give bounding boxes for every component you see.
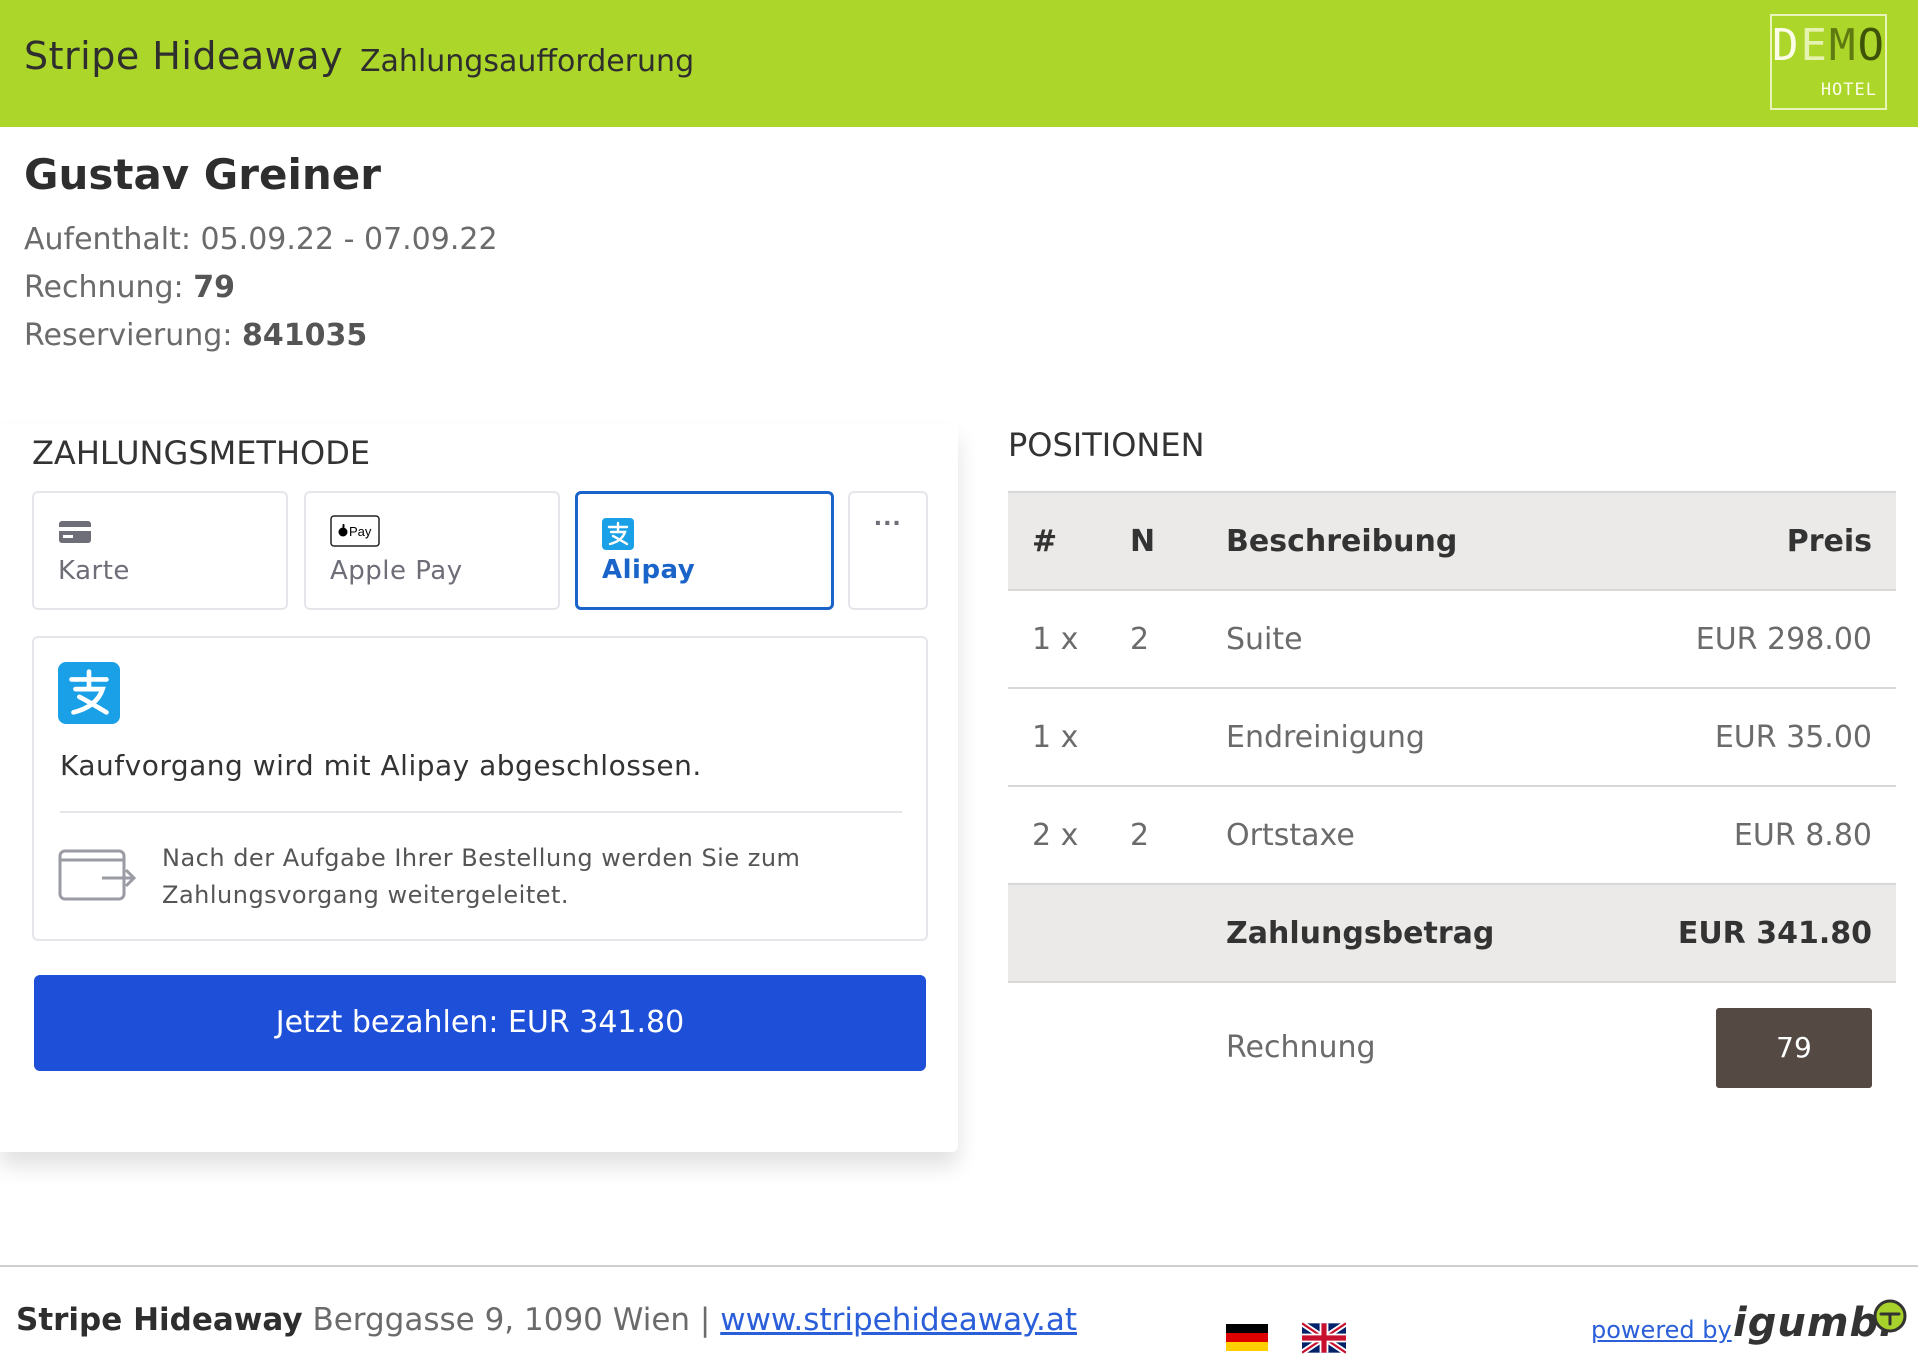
reservation-label: Reservierung:: [24, 318, 233, 353]
stay-label: Aufenthalt:: [24, 222, 191, 257]
card-divider: [60, 811, 902, 813]
demo-hotel-logo: DEMO HOTEL: [1770, 14, 1887, 110]
apple-pay-icon: Pay: [330, 515, 380, 552]
footer-brand: Stripe Hideaway: [16, 1302, 303, 1338]
invoice-value: 79: [193, 270, 235, 305]
footer-street: Berggasse 9, 1090 Wien |: [312, 1302, 711, 1338]
method-label-apple-pay: Apple Pay: [330, 556, 463, 586]
method-tab-apple-pay[interactable]: Pay Apple Pay: [304, 491, 560, 610]
pay-now-button[interactable]: Jetzt bezahlen: EUR 341.80: [34, 975, 926, 1071]
redirect-icon: [58, 848, 138, 909]
page-subtitle: Zahlungsaufforderung: [360, 44, 695, 79]
table-header-row: # N Beschreibung Preis: [1008, 491, 1896, 591]
powered-by-link[interactable]: powered by: [1591, 1316, 1732, 1344]
footer-divider: [0, 1265, 1918, 1267]
total-row: Zahlungsbetrag EUR 341.80: [1008, 884, 1896, 983]
invoice-empty-cell: [1130, 982, 1226, 1112]
row-qty: 1 x: [1008, 688, 1130, 787]
footer-address: Stripe Hideaway Berggasse 9, 1090 Wien |…: [16, 1302, 1077, 1338]
method-tab-alipay[interactable]: Alipay: [575, 491, 834, 610]
row-qty: 2 x: [1008, 786, 1130, 885]
row-n: 2: [1130, 590, 1226, 689]
column-header-description: Beschreibung: [1226, 491, 1596, 591]
table-row: 1 x 2 Suite EUR 298.00: [1008, 590, 1896, 689]
total-label: Zahlungsbetrag: [1226, 884, 1596, 983]
column-header-price: Preis: [1595, 491, 1896, 591]
alipay-info-text: Kaufvorgang wird mit Alipay abgeschlosse…: [60, 749, 702, 782]
method-label-alipay: Alipay: [602, 555, 696, 585]
alipay-info-card: Kaufvorgang wird mit Alipay abgeschlosse…: [32, 636, 928, 941]
column-header-hash: #: [1008, 491, 1130, 591]
table-row: 2 x 2 Ortstaxe EUR 8.80: [1008, 786, 1896, 885]
redirect-text: Nach der Aufgabe Ihrer Bestellung werden…: [162, 844, 801, 909]
row-price: EUR 298.00: [1595, 590, 1896, 689]
positions-table: # N Beschreibung Preis 1 x 2 Suite EUR 2…: [1008, 491, 1896, 1112]
row-n: [1130, 688, 1226, 787]
website-link[interactable]: www.stripehideaway.at: [720, 1302, 1077, 1338]
apple-pay-icon-text: Pay: [349, 524, 372, 539]
table-row: 1 x Endreinigung EUR 35.00: [1008, 688, 1896, 787]
row-n: 2: [1130, 786, 1226, 885]
row-price: EUR 35.00: [1595, 688, 1896, 787]
row-qty: 1 x: [1008, 590, 1130, 689]
total-value: EUR 341.80: [1595, 884, 1896, 983]
positions-title: POSITIONEN: [1008, 426, 1205, 464]
invoice-row-label: Rechnung: [1226, 1030, 1376, 1065]
de-flag-icon[interactable]: [1226, 1322, 1268, 1354]
logo-demo-text: DEMO: [1772, 20, 1886, 71]
logo-hotel-text: HOTEL: [1820, 80, 1877, 100]
invoice-info: Rechnung: 79: [24, 270, 235, 305]
stay-info: Aufenthalt: 05.09.22 - 07.09.22: [24, 222, 498, 257]
method-label-karte: Karte: [58, 556, 130, 586]
payment-method-title: ZAHLUNGSMETHODE: [32, 434, 371, 472]
total-empty-cell: [1008, 884, 1130, 983]
stay-value: 05.09.22 - 07.09.22: [200, 222, 498, 257]
row-description: Endreinigung: [1226, 688, 1596, 787]
igumbi-mark-icon: [1872, 1298, 1908, 1339]
alipay-icon: [602, 518, 634, 555]
guest-name: Gustav Greiner: [24, 150, 381, 199]
reservation-info: Reservierung: 841035: [24, 318, 367, 353]
igumbi-logo[interactable]: igumbi: [1733, 1300, 1894, 1346]
method-tab-karte[interactable]: Karte: [32, 491, 288, 610]
row-price: EUR 8.80: [1595, 786, 1896, 885]
uk-flag-icon[interactable]: [1300, 1320, 1348, 1356]
more-methods-button[interactable]: ···: [848, 491, 928, 610]
invoice-row: Rechnung 79: [1008, 982, 1896, 1112]
more-icon: ···: [874, 507, 902, 538]
invoice-empty-cell: [1008, 982, 1130, 1112]
header-bar: Stripe Hideaway Zahlungsaufforderung DEM…: [0, 0, 1918, 127]
reservation-value: 841035: [241, 318, 368, 353]
invoice-number-badge[interactable]: 79: [1716, 1007, 1872, 1088]
row-description: Ortstaxe: [1226, 786, 1596, 885]
column-header-n: N: [1130, 491, 1226, 591]
row-description: Suite: [1226, 590, 1596, 689]
card-icon: [58, 519, 92, 550]
total-empty-cell: [1130, 884, 1226, 983]
alipay-large-icon: [58, 662, 120, 724]
invoice-label: Rechnung:: [24, 270, 184, 305]
invoice-badge-cell: 79: [1596, 982, 1896, 1112]
hotel-brand[interactable]: Stripe Hideaway: [24, 34, 343, 78]
